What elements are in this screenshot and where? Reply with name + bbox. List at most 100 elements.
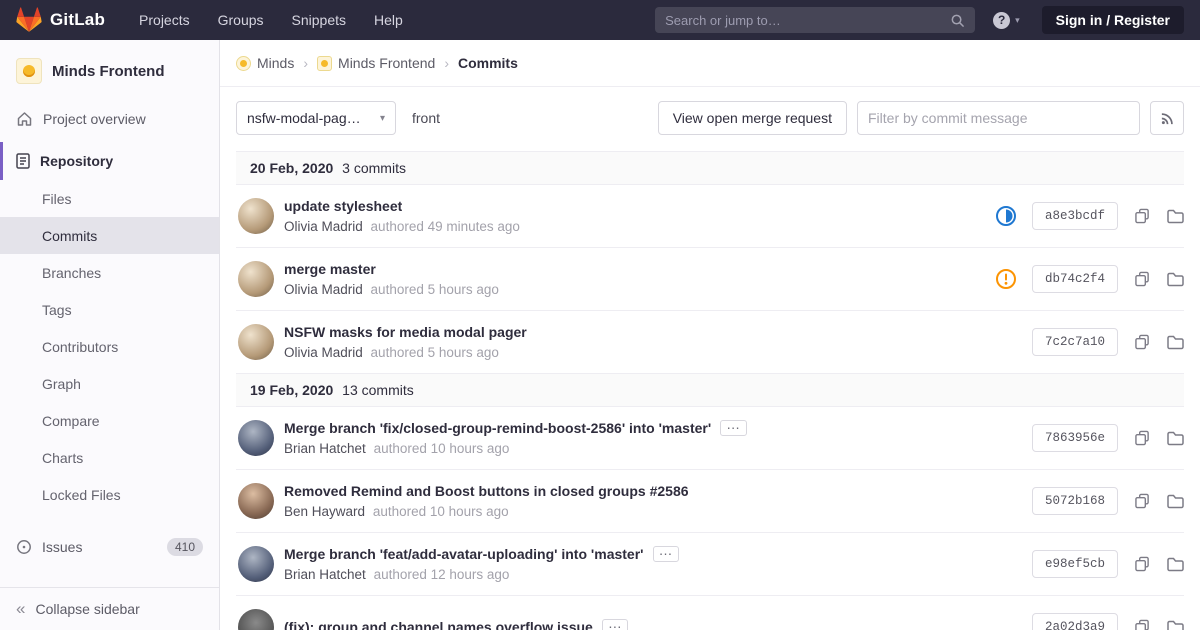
copy-sha-button[interactable] xyxy=(1135,493,1150,509)
minds-dot-icon xyxy=(240,59,247,67)
copy-sha-button[interactable] xyxy=(1135,556,1150,572)
issues-count-badge: 410 xyxy=(166,538,203,556)
author-avatar[interactable] xyxy=(238,609,274,630)
author-avatar[interactable] xyxy=(238,420,274,456)
copy-sha-button[interactable] xyxy=(1135,334,1150,350)
sidebar-item-compare[interactable]: Compare xyxy=(0,402,219,439)
collapse-icon: « xyxy=(16,599,26,619)
breadcrumb-project-link[interactable]: Minds Frontend xyxy=(338,55,435,71)
nav-projects[interactable]: Projects xyxy=(139,12,190,28)
browse-files-button[interactable] xyxy=(1167,557,1184,572)
sidebar-item-graph[interactable]: Graph xyxy=(0,365,219,402)
gitlab-home-link[interactable]: GitLab xyxy=(16,7,105,33)
browse-files-button[interactable] xyxy=(1167,431,1184,446)
expand-commit-message-button[interactable]: … xyxy=(720,416,747,436)
commit-sha[interactable]: 2a02d3a9 xyxy=(1032,613,1118,630)
commit-title-link[interactable]: Merge branch 'fix/closed-group-remind-bo… xyxy=(284,420,711,436)
breadcrumb: Minds › Minds Frontend › Commits xyxy=(220,40,1200,87)
sidebar-item-issues[interactable]: Issues 410 xyxy=(0,527,219,567)
commit-author-link[interactable]: Olivia Madrid xyxy=(284,219,363,234)
nav-help[interactable]: Help xyxy=(374,12,403,28)
nav-snippets[interactable]: Snippets xyxy=(292,12,346,28)
global-search-box[interactable] xyxy=(655,7,976,33)
commit-author-link[interactable]: Olivia Madrid xyxy=(284,345,363,360)
browse-files-button[interactable] xyxy=(1167,494,1184,509)
copy-icon xyxy=(1135,430,1149,446)
main-content: Minds › Minds Frontend › Commits nsfw-mo… xyxy=(220,40,1200,630)
home-icon xyxy=(17,112,32,126)
author-avatar[interactable] xyxy=(238,546,274,582)
commits-feed-button[interactable] xyxy=(1150,101,1184,135)
commit-filter-input[interactable] xyxy=(857,101,1140,135)
commit-author-link[interactable]: Brian Hatchet xyxy=(284,567,366,582)
sidebar-item-files[interactable]: Files xyxy=(0,180,219,217)
ellipsis-icon: … xyxy=(726,416,741,433)
copy-sha-button[interactable] xyxy=(1135,271,1150,287)
author-avatar[interactable] xyxy=(238,483,274,519)
commit-title-link[interactable]: (fix): group and channel names overflow … xyxy=(284,619,593,630)
minds-dot-icon xyxy=(321,59,329,67)
browse-files-button[interactable] xyxy=(1167,335,1184,350)
pipeline-status-warning-icon[interactable] xyxy=(995,268,1017,290)
commit-sha[interactable]: 7863956e xyxy=(1032,424,1118,452)
commit-sha[interactable]: e98ef5cb xyxy=(1032,550,1118,578)
search-icon xyxy=(951,14,964,27)
nav-groups[interactable]: Groups xyxy=(218,12,264,28)
folder-icon xyxy=(1167,431,1184,445)
pipeline-status-running-icon[interactable] xyxy=(995,205,1017,227)
commit-time: authored 5 hours ago xyxy=(370,345,499,360)
commit-sha[interactable]: 7c2c7a10 xyxy=(1032,328,1118,356)
commits-toolbar: nsfw-modal-pag… ▾ front View open merge … xyxy=(220,87,1200,149)
commit-title-link[interactable]: merge master xyxy=(284,261,376,277)
commit-info: Merge branch 'feat/add-avatar-uploading'… xyxy=(284,543,983,582)
copy-icon xyxy=(1135,556,1149,572)
copy-sha-button[interactable] xyxy=(1135,208,1150,224)
sidebar-item-branches[interactable]: Branches xyxy=(0,254,219,291)
view-open-merge-request-button[interactable]: View open merge request xyxy=(657,101,847,135)
commit-title-link[interactable]: update stylesheet xyxy=(284,198,402,214)
project-header-link[interactable]: Minds Frontend xyxy=(0,40,219,100)
sidebar-item-repository[interactable]: Repository xyxy=(0,142,219,180)
sign-in-button[interactable]: Sign in / Register xyxy=(1041,6,1184,34)
browse-files-button[interactable] xyxy=(1167,620,1184,630)
selected-branch: nsfw-modal-pag… xyxy=(247,110,361,126)
commit-info: merge master Olivia Madrid authored 5 ho… xyxy=(284,261,983,297)
author-avatar[interactable] xyxy=(238,261,274,297)
browse-files-button[interactable] xyxy=(1167,209,1184,224)
commit-actions: 2a02d3a9 xyxy=(995,613,1184,630)
search-input[interactable] xyxy=(665,12,951,28)
commit-sha[interactable]: 5072b168 xyxy=(1032,487,1118,515)
collapse-sidebar-button[interactable]: « Collapse sidebar xyxy=(0,587,219,630)
sidebar-item-project-overview[interactable]: Project overview xyxy=(0,100,219,138)
commit-author-link[interactable]: Ben Hayward xyxy=(284,504,365,519)
sidebar-item-tags[interactable]: Tags xyxy=(0,291,219,328)
browse-files-button[interactable] xyxy=(1167,272,1184,287)
commit-sha[interactable]: db74c2f4 xyxy=(1032,265,1118,293)
help-dropdown[interactable]: ? ▾ xyxy=(993,11,1020,29)
commit-sha[interactable]: a8e3bcdf xyxy=(1032,202,1118,230)
copy-icon xyxy=(1135,334,1149,350)
sidebar-item-commits[interactable]: Commits xyxy=(0,217,219,254)
commit-title-link[interactable]: Removed Remind and Boost buttons in clos… xyxy=(284,483,689,499)
branch-selector-dropdown[interactable]: nsfw-modal-pag… ▾ xyxy=(236,101,396,135)
sidebar-item-contributors[interactable]: Contributors xyxy=(0,328,219,365)
commit-title-link[interactable]: NSFW masks for media modal pager xyxy=(284,324,527,340)
sidebar-item-locked-files[interactable]: Locked Files xyxy=(0,476,219,513)
folder-icon xyxy=(1167,620,1184,630)
commit-author-link[interactable]: Brian Hatchet xyxy=(284,441,366,456)
folder-icon xyxy=(1167,557,1184,571)
breadcrumb-group-link[interactable]: Minds xyxy=(257,55,294,71)
gitlab-logo-icon xyxy=(16,7,42,32)
sidebar-item-charts[interactable]: Charts xyxy=(0,439,219,476)
commit-actions: 7863956e xyxy=(995,424,1184,452)
author-avatar[interactable] xyxy=(238,324,274,360)
commit-author-link[interactable]: Olivia Madrid xyxy=(284,282,363,297)
copy-sha-button[interactable] xyxy=(1135,619,1150,630)
expand-commit-message-button[interactable]: … xyxy=(652,543,679,562)
help-icon: ? xyxy=(993,11,1011,29)
commit-info: Merge branch 'fix/closed-group-remind-bo… xyxy=(284,416,983,456)
expand-commit-message-button[interactable]: … xyxy=(601,616,629,630)
commit-title-link[interactable]: Merge branch 'feat/add-avatar-uploading'… xyxy=(284,546,644,562)
copy-sha-button[interactable] xyxy=(1135,430,1150,446)
author-avatar[interactable] xyxy=(238,198,274,234)
